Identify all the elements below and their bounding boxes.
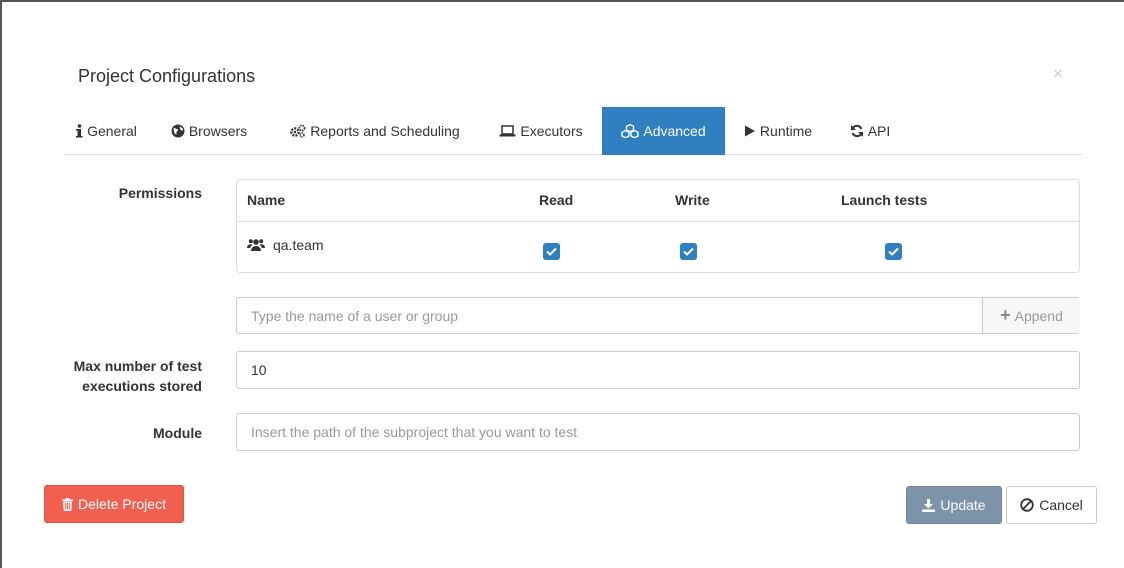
max-executions-input[interactable]	[236, 351, 1080, 389]
add-permission-group: + Append	[236, 297, 1080, 334]
column-header-name: Name	[247, 192, 286, 208]
module-input[interactable]	[236, 413, 1080, 451]
read-checkbox[interactable]	[543, 243, 560, 260]
tab-label: Executors	[520, 123, 583, 139]
column-header-write: Write	[675, 192, 710, 208]
append-button[interactable]: + Append	[982, 298, 1080, 333]
tab-browsers[interactable]: Browsers	[163, 107, 255, 155]
cancel-label: Cancel	[1039, 497, 1083, 513]
tab-label: Reports and Scheduling	[310, 123, 460, 139]
tab-executors[interactable]: Executors	[492, 107, 590, 155]
tab-bar: General Browsers Reports and Scheduling …	[65, 107, 1082, 155]
laptop-icon	[499, 125, 516, 137]
tab-api[interactable]: API	[845, 107, 895, 155]
write-checkbox[interactable]	[680, 243, 697, 260]
tab-label: General	[87, 123, 137, 139]
check-icon	[888, 247, 899, 256]
max-executions-label: Max number of test executions stored	[73, 358, 202, 394]
globe-icon	[171, 124, 185, 138]
tab-label: API	[867, 123, 891, 139]
permissions-table: Name Read Write Launch tests qa.team	[236, 179, 1080, 273]
tab-label: Advanced	[643, 123, 706, 139]
ban-icon	[1020, 498, 1034, 512]
tab-reports-scheduling[interactable]: Reports and Scheduling	[283, 107, 467, 155]
module-label: Module	[153, 425, 202, 441]
refresh-icon	[850, 124, 864, 138]
close-icon[interactable]: ×	[1048, 64, 1068, 84]
delete-project-button[interactable]: Delete Project	[44, 485, 184, 523]
check-icon	[546, 247, 557, 256]
permission-entry-name: qa.team	[247, 237, 324, 253]
tab-general[interactable]: General	[73, 107, 139, 155]
user-group-input[interactable]	[237, 298, 981, 333]
tab-advanced[interactable]: Advanced	[602, 107, 725, 155]
launch-tests-checkbox[interactable]	[885, 243, 902, 260]
append-label: Append	[1014, 307, 1063, 324]
table-row: qa.team	[237, 222, 1079, 273]
permissions-label: Permissions	[118, 185, 202, 201]
page-frame: Project Configurations × General Browser…	[0, 0, 1124, 568]
update-label: Update	[940, 497, 986, 513]
play-icon	[744, 125, 756, 137]
update-button[interactable]: Update	[906, 486, 1002, 524]
cubes-icon	[621, 124, 640, 138]
tab-label: Browsers	[188, 123, 248, 139]
check-icon	[683, 247, 694, 256]
delete-project-label: Delete Project	[78, 496, 166, 512]
gears-icon	[290, 124, 306, 138]
modal-title: Project Configurations	[78, 66, 256, 86]
trash-icon	[62, 497, 74, 511]
download-icon	[922, 498, 936, 512]
table-header: Name Read Write Launch tests	[237, 180, 1079, 222]
info-icon	[75, 124, 83, 138]
column-header-launch-tests: Launch tests	[841, 192, 928, 208]
column-header-read: Read	[539, 192, 574, 208]
plus-icon: +	[1000, 305, 1011, 325]
users-icon	[247, 238, 265, 252]
tab-label: Runtime	[759, 123, 813, 139]
tab-runtime[interactable]: Runtime	[738, 107, 818, 155]
permission-entry-label: qa.team	[273, 237, 324, 253]
cancel-button[interactable]: Cancel	[1006, 486, 1097, 524]
